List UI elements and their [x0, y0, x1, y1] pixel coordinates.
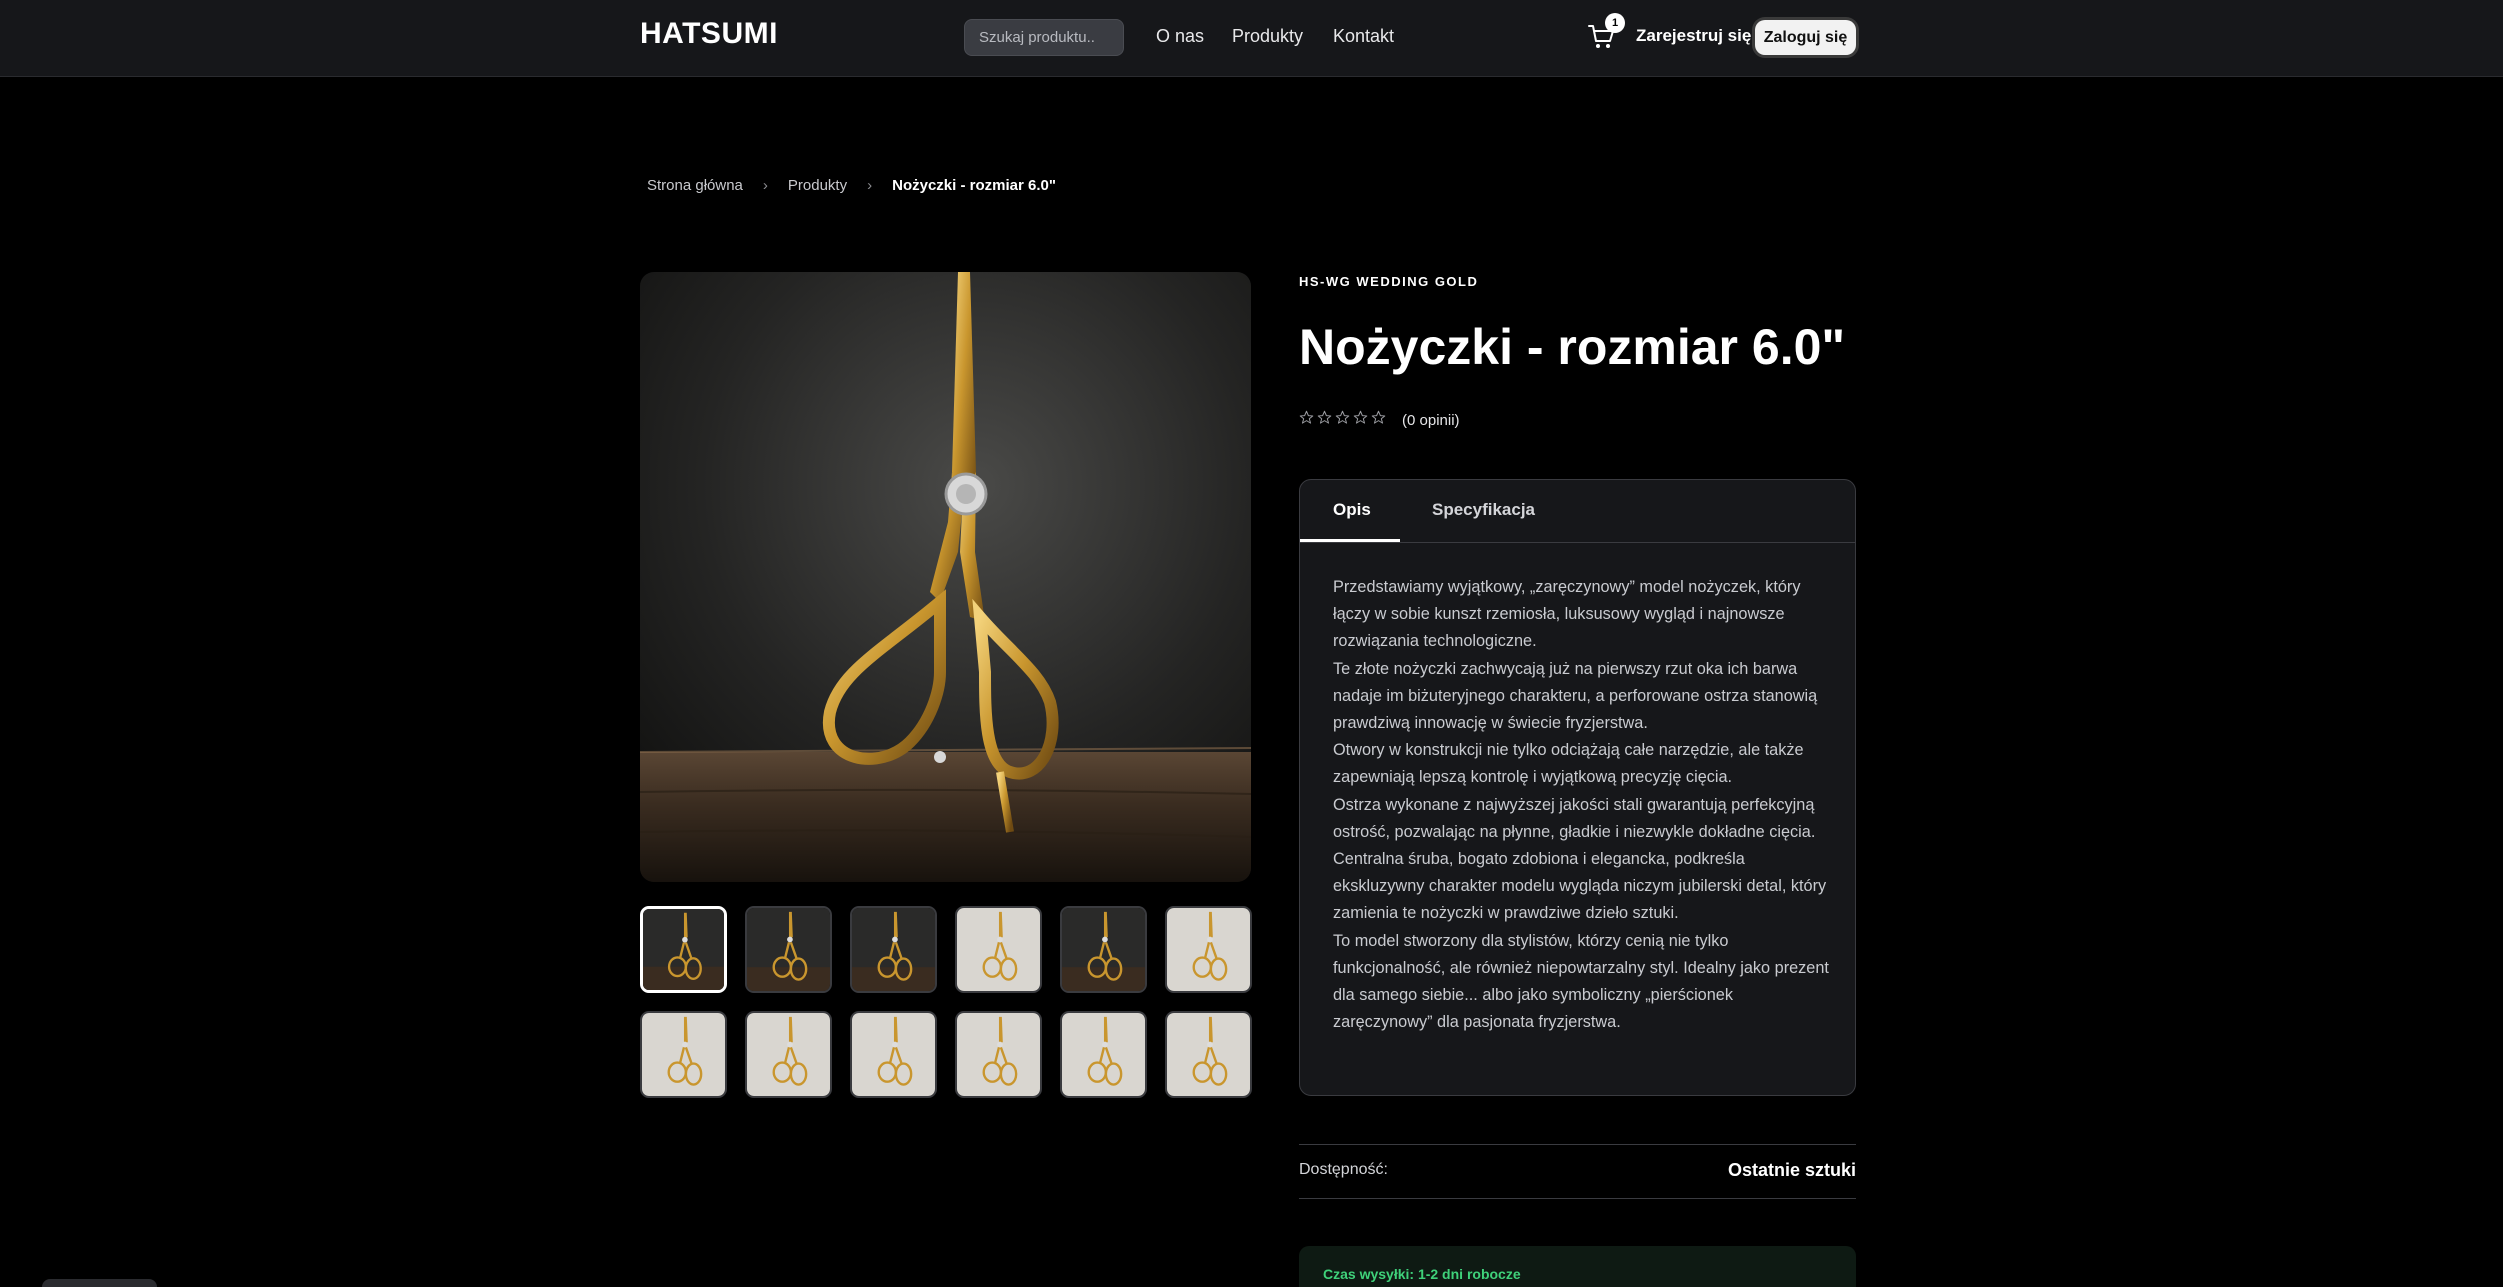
star-icon: [1353, 410, 1368, 424]
description-paragraph: Te złote nożyczki zachwycają już na pier…: [1333, 659, 1818, 733]
product-main-image[interactable]: [640, 272, 1251, 882]
star-icon: [1371, 410, 1386, 424]
thumbnail-4[interactable]: [955, 906, 1042, 993]
thumbnail-8[interactable]: [745, 1011, 832, 1098]
thumbnail-7[interactable]: [640, 1011, 727, 1098]
description-paragraph: To model stworzony dla stylistów, którzy…: [1333, 931, 1829, 1032]
shipping-info-box: Czas wysyłki: 1-2 dni robocze: [1299, 1246, 1856, 1287]
logo[interactable]: HATSUMI: [640, 17, 778, 51]
product-sku: HS-WG WEDDING GOLD: [1299, 274, 1479, 289]
star-icon: [1317, 410, 1332, 424]
thumbnail-10[interactable]: [955, 1011, 1042, 1098]
tab-description[interactable]: Opis: [1333, 500, 1371, 520]
login-button[interactable]: Zaloguj się: [1755, 20, 1856, 55]
register-link[interactable]: Zarejestruj się: [1636, 26, 1751, 46]
star-icon: [1335, 410, 1350, 424]
site-header: HATSUMI O nas Produkty Kontakt 1 Zarejes…: [0, 0, 2503, 77]
thumbnail-12[interactable]: [1165, 1011, 1252, 1098]
thumbnail-3[interactable]: [850, 906, 937, 993]
product-tabs-panel: Opis Specyfikacja Przedstawiamy wyjątkow…: [1299, 479, 1856, 1096]
thumbnail-gallery: [640, 906, 1252, 1098]
breadcrumb-current: Nożyczki - rozmiar 6.0": [892, 177, 1056, 194]
tab-bar: Opis Specyfikacja: [1300, 480, 1855, 543]
product-title: Nożyczki - rozmiar 6.0": [1299, 319, 1846, 375]
breadcrumb-products[interactable]: Produkty: [788, 177, 847, 194]
chevron-right-icon: ›: [762, 177, 768, 194]
description-paragraph: Centralna śruba, bogato zdobiona i elega…: [1333, 850, 1827, 923]
tab-specification[interactable]: Specyfikacja: [1432, 500, 1535, 520]
nav-link-about[interactable]: O nas: [1156, 26, 1204, 47]
breadcrumb-home[interactable]: Strona główna: [647, 177, 743, 194]
availability-value: Ostatnie sztuki: [1727, 1160, 1856, 1180]
availability-label: Dostępność:: [1299, 1161, 1388, 1178]
description-paragraph: Ostrza wykonane z najwyższej jakości sta…: [1333, 795, 1816, 841]
thumbnail-2[interactable]: [745, 906, 832, 993]
breadcrumb: Strona główna › Produkty › Nożyczki - ro…: [647, 177, 1056, 194]
active-tab-indicator: [1300, 539, 1400, 542]
thumbnail-11[interactable]: [1060, 1011, 1147, 1098]
product-description: Przedstawiamy wyjątkowy, „zaręczynowy” m…: [1333, 574, 1833, 1036]
floating-widget-tab[interactable]: [42, 1279, 157, 1287]
thumbnail-5[interactable]: [1060, 906, 1147, 993]
thumbnail-9[interactable]: [850, 1011, 937, 1098]
nav-link-products[interactable]: Produkty: [1232, 26, 1303, 47]
rating-stars[interactable]: [1299, 410, 1386, 425]
search-input[interactable]: [964, 19, 1124, 56]
availability-row: Dostępność: Ostatnie sztuki: [1299, 1144, 1856, 1199]
cart-count-badge: 1: [1605, 13, 1625, 33]
reviews-count[interactable]: (0 opinii): [1402, 412, 1460, 429]
shipping-time: Czas wysyłki: 1-2 dni robocze: [1323, 1266, 1521, 1282]
description-paragraph: Otwory w konstrukcji nie tylko odciążają…: [1333, 741, 1804, 787]
star-icon: [1299, 410, 1314, 424]
chevron-right-icon: ›: [867, 177, 873, 194]
thumbnail-6[interactable]: [1165, 906, 1252, 993]
description-paragraph: Przedstawiamy wyjątkowy, „zaręczynowy” m…: [1333, 578, 1801, 651]
thumbnail-1[interactable]: [640, 906, 727, 993]
nav-link-contact[interactable]: Kontakt: [1333, 26, 1394, 47]
